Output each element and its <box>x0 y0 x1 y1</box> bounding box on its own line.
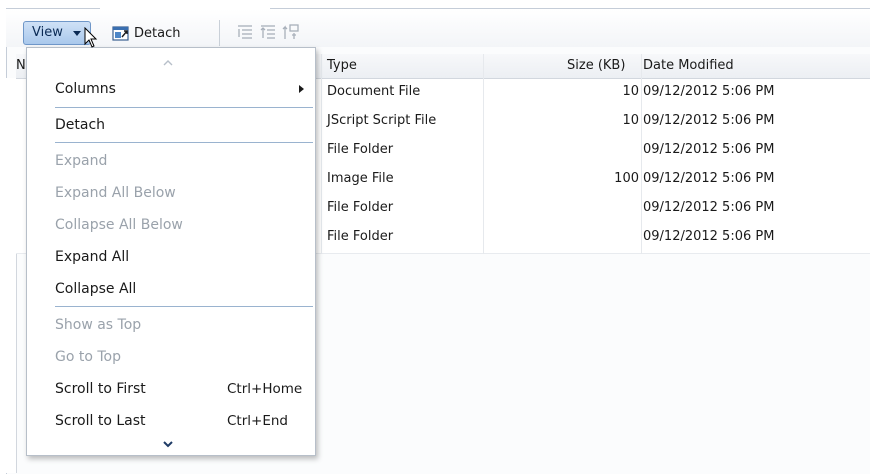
column-header-name[interactable]: N <box>16 58 26 73</box>
menu-item-label: Show as Top <box>55 317 142 333</box>
menu-item-label: Scroll to First <box>55 381 146 397</box>
detach-icon <box>112 25 130 41</box>
menu-scroll-up-icon[interactable] <box>161 57 175 67</box>
cell-date-modified: 09/12/2012 5:06 PM <box>643 200 775 215</box>
menu-item-label: Columns <box>55 81 116 97</box>
cell-date-modified: 09/12/2012 5:06 PM <box>643 142 775 157</box>
submenu-arrow-icon <box>299 85 304 93</box>
menu-item-label: Scroll to Last <box>55 413 146 429</box>
cell-type: Document File <box>327 84 421 99</box>
collapse-all-icon[interactable] <box>259 23 277 41</box>
menu-item-label: Detach <box>55 117 106 133</box>
column-header-type[interactable]: Type <box>327 58 357 73</box>
cell-type: JScript Script File <box>327 113 437 128</box>
cell-size: 100 <box>614 171 639 186</box>
cell-size: 10 <box>622 84 639 99</box>
column-separator[interactable] <box>641 54 642 254</box>
cell-type: File Folder <box>327 200 394 215</box>
column-separator[interactable] <box>321 54 322 254</box>
show-as-top-icon[interactable] <box>282 23 300 41</box>
column-header-date-modified[interactable]: Date Modified <box>643 58 734 73</box>
menu-item-scroll-to-first[interactable]: Scroll to First Ctrl+Home <box>27 374 315 404</box>
menu-item-label: Expand <box>55 153 108 169</box>
cell-date-modified: 09/12/2012 5:06 PM <box>643 113 775 128</box>
toolbar-separator <box>219 20 220 46</box>
menu-item-label: Expand All Below <box>55 185 176 201</box>
cell-date-modified: 09/12/2012 5:06 PM <box>643 229 775 244</box>
view-menu-button[interactable]: View <box>23 21 91 45</box>
menu-item-collapse-all[interactable]: Collapse All <box>27 274 315 304</box>
menu-separator <box>55 142 313 143</box>
cell-type: File Folder <box>327 142 394 157</box>
cell-type: File Folder <box>327 229 394 244</box>
mouse-cursor-icon <box>84 26 98 53</box>
menu-item-expand-all[interactable]: Expand All <box>27 242 315 272</box>
cell-date-modified: 09/12/2012 5:06 PM <box>643 171 775 186</box>
menu-item-expand: Expand <box>27 146 315 176</box>
menu-item-go-to-top: Go to Top <box>27 342 315 372</box>
menu-scroll-down-icon[interactable] <box>161 438 175 448</box>
menu-item-shortcut: Ctrl+Home <box>227 381 303 397</box>
menu-item-expand-all-below: Expand All Below <box>27 178 315 208</box>
menu-item-columns[interactable]: Columns <box>27 74 315 104</box>
menu-item-label: Expand All <box>55 249 130 265</box>
menu-item-collapse-all-below: Collapse All Below <box>27 210 315 240</box>
menu-item-scroll-to-last[interactable]: Scroll to Last Ctrl+End <box>27 406 315 436</box>
column-separator[interactable] <box>483 54 484 254</box>
menu-separator <box>55 107 313 108</box>
cell-size: 10 <box>622 113 639 128</box>
menu-item-label: Collapse All Below <box>55 217 183 233</box>
detach-label: Detach <box>134 25 181 41</box>
menu-separator <box>55 306 313 307</box>
menu-item-shortcut: Ctrl+End <box>227 413 288 429</box>
menu-item-show-as-top: Show as Top <box>27 310 315 340</box>
column-header-size[interactable]: Size (KB) <box>567 58 625 73</box>
cell-type: Image File <box>327 171 394 186</box>
expand-all-icon[interactable] <box>236 23 254 41</box>
menu-item-label: Collapse All <box>55 281 137 297</box>
cell-date-modified: 09/12/2012 5:06 PM <box>643 84 775 99</box>
view-dropdown-menu: Columns Detach Expand Expand All Below C… <box>26 47 316 456</box>
menu-item-label: Go to Top <box>55 349 121 365</box>
chevron-down-icon <box>73 31 81 36</box>
detach-button[interactable]: Detach <box>112 22 180 44</box>
menu-item-detach[interactable]: Detach <box>27 110 315 140</box>
view-menu-label: View <box>32 25 63 40</box>
